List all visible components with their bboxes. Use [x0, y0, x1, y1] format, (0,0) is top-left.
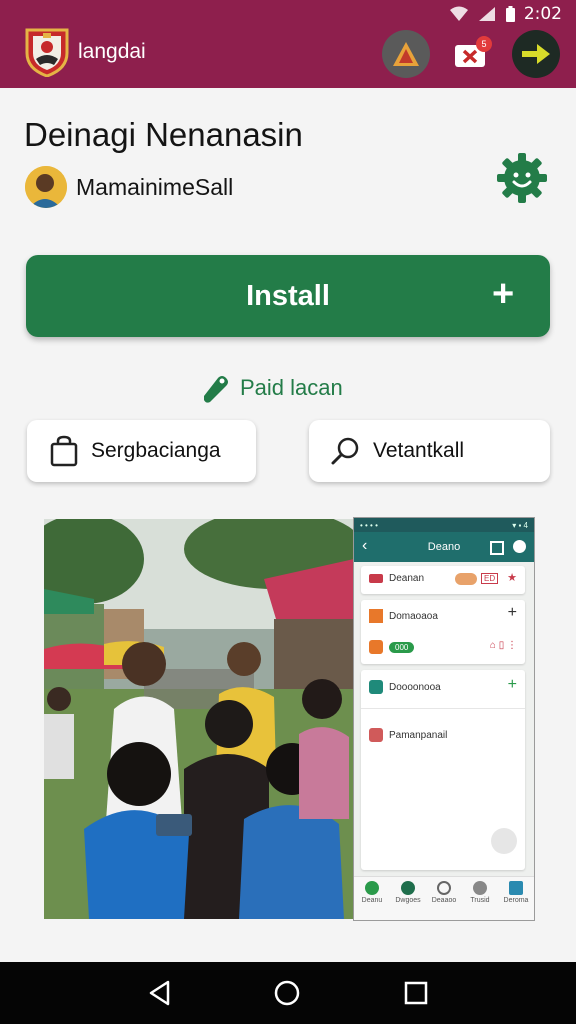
preview-row-label: Pamanpanail: [389, 729, 448, 741]
search-icon: [331, 437, 359, 465]
preview-row-icon: [369, 609, 383, 623]
preview-fab: [491, 828, 517, 854]
home-button-icon[interactable]: [273, 979, 301, 1007]
preview-pill: 000: [389, 641, 415, 653]
recents-icon[interactable]: [402, 979, 430, 1007]
status-bar: 2:02: [449, 2, 562, 26]
preview-row-label: Domaoaoa: [389, 610, 438, 622]
preview-title: Deano: [427, 541, 461, 553]
preview-nav-item: Trusid: [463, 881, 497, 904]
paid-link[interactable]: Paid lacan: [200, 372, 343, 404]
chip-button-search[interactable]: Vetantkall: [309, 420, 550, 482]
preview-add-icon: +: [507, 676, 517, 693]
preview-profile-icon: [513, 540, 526, 553]
preview-header: ‹ Deano: [354, 532, 534, 562]
mail-badge: 5: [476, 36, 492, 52]
warning-icon: [393, 42, 419, 66]
preview-row-label: Doooonooa: [389, 681, 441, 693]
preview-row-label: Deanan: [389, 573, 425, 584]
preview-divider: [361, 708, 525, 709]
paid-label: Paid lacan: [240, 375, 343, 400]
preview-row-icon: [369, 640, 383, 654]
back-icon[interactable]: [146, 979, 174, 1007]
menu-icon: [509, 881, 523, 895]
preview-row-icon: [369, 680, 383, 694]
app-bar: 2:02 langdai 5: [0, 0, 576, 88]
preview-row: Deanan: [369, 573, 424, 584]
preview-nav-item: Deroma: [499, 881, 533, 904]
clock-icon: [437, 881, 451, 895]
preview-nav-item: Deaaoo: [427, 881, 461, 904]
preview-row: Doooonooa: [369, 680, 441, 694]
preview-bottom-nav: Deanu Dwgoes Deaaoo Trusid Deroma: [354, 876, 534, 920]
preview-add-icon: +: [507, 604, 517, 621]
chip-label-shop: Sergbacianga: [91, 439, 221, 462]
preview-card: Doooonooa + Pamanpanail: [361, 670, 525, 870]
preview-back-icon: ‹: [362, 537, 368, 554]
tag-icon: [204, 376, 228, 403]
bag-icon: [50, 435, 78, 467]
preview-nav-item: Dwgoes: [391, 881, 425, 904]
app-screenshot-preview: • • • • ▾ ▪ 4 ‹ Deano Deanan ED ★ Domaoao…: [353, 517, 535, 921]
preview-card: Domaoaoa + 000 ⌂ ▯ ⋮: [361, 600, 525, 664]
preview-nav-item: Deanu: [355, 881, 389, 904]
home-icon: [365, 881, 379, 895]
preview-actions-icon: ⌂ ▯ ⋮: [489, 640, 517, 651]
market-scene-image: [44, 519, 354, 919]
apps-icon: [401, 881, 415, 895]
system-navigation-bar: [0, 962, 576, 1024]
preview-row: Pamanpanail: [369, 728, 447, 742]
preview-status-bar: • • • • ▾ ▪ 4: [354, 518, 534, 532]
chip-button-shop[interactable]: Sergbacianga: [27, 420, 256, 482]
battery-icon: [505, 5, 515, 22]
preview-row: Domaoaoa: [369, 609, 438, 623]
preview-bookmark-icon: [490, 541, 504, 555]
preview-row-icon: [369, 728, 383, 742]
preview-star-icon: ★: [507, 572, 517, 584]
developer-name[interactable]: MamainimeSall: [76, 174, 233, 201]
wifi-icon: [449, 6, 468, 21]
chip-label-search: Vetantkall: [373, 439, 465, 462]
forward-button[interactable]: [512, 30, 560, 78]
crest-logo-icon: [25, 28, 69, 77]
preview-row: 000: [369, 640, 415, 654]
warning-button[interactable]: [382, 30, 430, 78]
preview-row-icon: [369, 574, 383, 583]
plus-icon: +: [492, 273, 515, 315]
signal-icon: [478, 7, 495, 21]
preview-row-badge: ED: [481, 573, 499, 584]
arrow-right-icon: [522, 44, 550, 64]
market-photo: [44, 519, 354, 919]
gear-icon[interactable]: [494, 150, 550, 206]
status-time: 2:02: [523, 4, 562, 24]
install-button[interactable]: Install +: [26, 255, 550, 337]
app-name: Deinagi Nenanasin: [24, 116, 303, 153]
app-title: langdai: [78, 40, 146, 63]
developer-avatar[interactable]: [25, 166, 67, 208]
person-icon: [25, 166, 67, 208]
preview-card: Deanan ED ★: [361, 566, 525, 594]
chat-icon: [473, 881, 487, 895]
preview-toggle: [455, 573, 477, 585]
install-label: Install: [246, 279, 330, 312]
